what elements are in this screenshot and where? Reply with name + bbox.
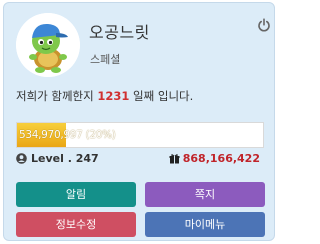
days-suffix: 일째 입니다. [129, 89, 194, 103]
turtle-mascot-icon [16, 13, 80, 77]
gift-icon [169, 154, 180, 164]
user-icon [16, 153, 27, 164]
edit-profile-button[interactable]: 정보수정 [16, 212, 136, 237]
profile-card: 오공느릿 스페셜 저희가 함께한지 1231 일째 입니다. 534,970,9… [3, 2, 275, 241]
days-count: 1231 [97, 89, 130, 103]
nickname: 오공느릿 [89, 23, 150, 42]
power-icon[interactable] [257, 18, 271, 32]
avatar[interactable] [16, 13, 80, 77]
days-prefix: 저희가 함께한지 [16, 89, 98, 103]
messages-button[interactable]: 쪽지 [145, 182, 265, 207]
level-display: Level . 247 [16, 152, 99, 165]
member-grade: 스페셜 [90, 53, 121, 66]
experience-text: 534,970,997 (20%) [19, 129, 116, 141]
alerts-button[interactable]: 알림 [16, 182, 136, 207]
my-menu-button[interactable]: 마이메뉴 [145, 212, 265, 237]
membership-days-text: 저희가 함께한지 1231 일째 입니다. [16, 88, 193, 104]
points-value: 868,166,422 [182, 152, 260, 165]
level-text: Level . 247 [31, 152, 99, 165]
points-display: 868,166,422 [169, 152, 260, 165]
experience-bar: 534,970,997 (20%) [16, 122, 264, 148]
